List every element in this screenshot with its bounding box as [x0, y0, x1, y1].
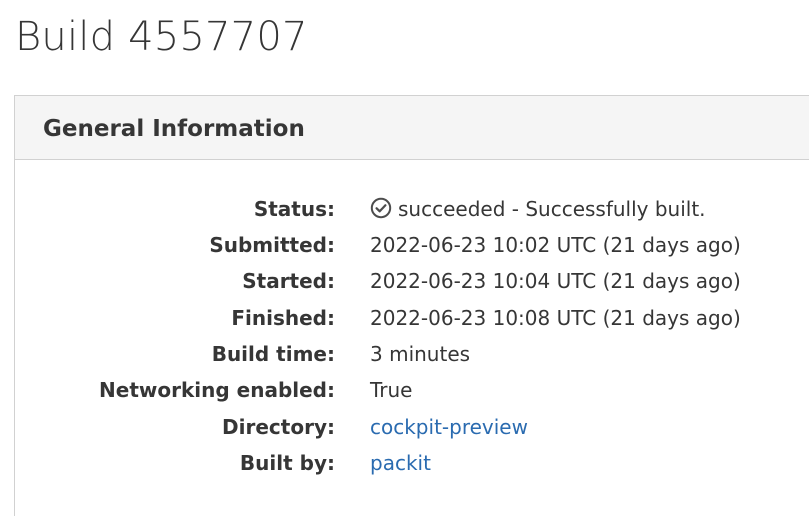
finished-label: Finished:: [231, 306, 335, 330]
submitted-row: Submitted: 2022-06-23 10:02 UTC (21 days…: [15, 228, 775, 262]
built-by-value: packit: [370, 446, 431, 480]
page-title: Build 4557707: [15, 14, 308, 60]
build-time-label: Build time:: [211, 342, 335, 366]
status-value: succeeded - Successfully built.: [370, 192, 706, 226]
build-time-row: Build time: 3 minutes: [15, 337, 775, 371]
networking-row: Networking enabled: True: [15, 373, 775, 407]
panel-heading: General Information: [15, 96, 809, 160]
status-row: Status: succeeded - Successfully built.: [15, 192, 775, 226]
started-value: 2022-06-23 10:04 UTC (21 days ago): [370, 269, 741, 293]
build-time-value: 3 minutes: [370, 342, 471, 366]
finished-row: Finished: 2022-06-23 10:08 UTC (21 days …: [15, 301, 775, 335]
check-circle-icon: [370, 197, 392, 219]
directory-row: Directory: cockpit-preview: [15, 410, 775, 444]
general-information-panel: General Information Status: succeeded - …: [14, 95, 809, 516]
networking-label: Networking enabled:: [99, 378, 335, 402]
submitted-label: Submitted:: [209, 233, 335, 257]
status-label: Status:: [253, 197, 335, 221]
built-by-link[interactable]: packit: [370, 451, 431, 475]
directory-label: Directory:: [222, 415, 335, 439]
started-row: Started: 2022-06-23 10:04 UTC (21 days a…: [15, 264, 775, 298]
started-label: Started:: [242, 269, 335, 293]
networking-value: True: [370, 378, 413, 402]
directory-link[interactable]: cockpit-preview: [370, 415, 528, 439]
submitted-value: 2022-06-23 10:02 UTC (21 days ago): [370, 233, 741, 257]
status-text: succeeded - Successfully built.: [398, 197, 706, 221]
built-by-label: Built by:: [239, 451, 335, 475]
built-by-row: Built by: packit: [15, 446, 775, 480]
finished-value: 2022-06-23 10:08 UTC (21 days ago): [370, 306, 741, 330]
directory-value: cockpit-preview: [370, 410, 528, 444]
panel-title: General Information: [43, 116, 305, 142]
